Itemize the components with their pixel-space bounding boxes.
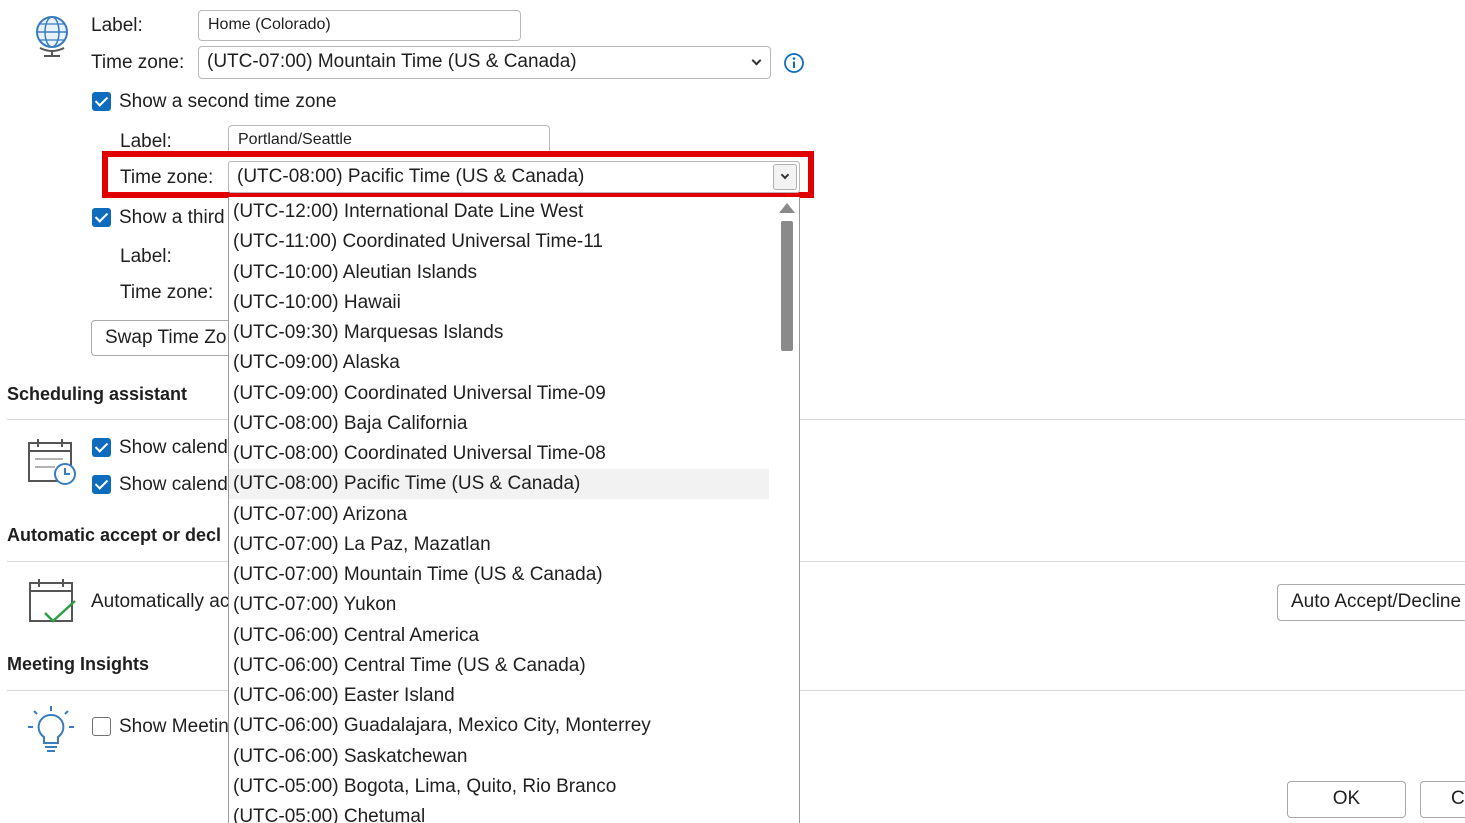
dropdown-option[interactable]: (UTC-05:00) Chetumal: [233, 802, 773, 823]
meeting-insights-title: Meeting Insights: [7, 654, 150, 674]
dropdown-option[interactable]: (UTC-08:00) Coordinated Universal Time-0…: [233, 439, 773, 469]
lightbulb-icon: [27, 705, 75, 755]
calendar-check-icon: [27, 577, 79, 627]
dropdown-option[interactable]: (UTC-07:00) Yukon: [233, 590, 773, 620]
third-label-caption: Label:: [120, 246, 172, 267]
dropdown-option[interactable]: (UTC-06:00) Easter Island: [233, 681, 773, 711]
second-timezone-checkbox-label: Show a second time zone: [119, 91, 337, 112]
third-timezone-caption: Time zone:: [120, 282, 214, 303]
swap-time-zones-button[interactable]: Swap Time Zo: [91, 320, 241, 356]
primary-timezone-caption: Time zone:: [91, 52, 185, 73]
dropdown-option[interactable]: (UTC-05:00) Bogota, Lima, Quito, Rio Bra…: [233, 772, 773, 802]
meeting-insights-checkbox[interactable]: [92, 717, 111, 736]
auto-accept-decline-button[interactable]: Auto Accept/Decline: [1277, 584, 1465, 621]
primary-label-caption: Label:: [91, 15, 143, 36]
dropdown-option[interactable]: (UTC-07:00) Mountain Time (US & Canada): [233, 560, 773, 590]
dropdown-option[interactable]: (UTC-06:00) Central America: [233, 621, 773, 651]
dropdown-option[interactable]: (UTC-09:00) Alaska: [233, 348, 773, 378]
ok-label: OK: [1332, 788, 1361, 809]
scheduling-option1-checkbox[interactable]: [92, 438, 111, 457]
third-timezone-checkbox-label: Show a third: [119, 207, 225, 228]
globe-icon: [30, 12, 74, 58]
chevron-down-icon: [780, 170, 790, 180]
meeting-insights-label: Show Meetin: [119, 716, 229, 737]
primary-label-input[interactable]: Home (Colorado): [198, 10, 521, 41]
info-icon[interactable]: [783, 52, 805, 74]
second-timezone-caption: Time zone:: [120, 167, 214, 188]
dropdown-option[interactable]: (UTC-09:30) Marquesas Islands: [233, 318, 773, 348]
dropdown-option[interactable]: (UTC-06:00) Saskatchewan: [233, 742, 773, 772]
timezone-dropdown-list[interactable]: (UTC-12:00) International Date Line West…: [228, 197, 800, 823]
dropdown-option[interactable]: (UTC-11:00) Coordinated Universal Time-1…: [233, 227, 773, 257]
cancel-button[interactable]: C: [1420, 781, 1465, 818]
dropdown-option[interactable]: (UTC-07:00) Arizona: [233, 500, 773, 530]
dropdown-option[interactable]: (UTC-09:00) Coordinated Universal Time-0…: [233, 379, 773, 409]
scheduling-option2-label: Show calend: [119, 474, 228, 495]
dropdown-option[interactable]: (UTC-07:00) La Paz, Mazatlan: [233, 530, 773, 560]
primary-timezone-value: (UTC-07:00) Mountain Time (US & Canada): [207, 51, 577, 72]
scheduling-assistant-title: Scheduling assistant: [7, 384, 188, 404]
dropdown-button[interactable]: [773, 164, 797, 190]
scheduling-option1-label: Show calend: [119, 437, 228, 458]
auto-accept-decline-label: Auto Accept/Decline: [1291, 591, 1462, 612]
scheduling-option2-checkbox[interactable]: [92, 475, 111, 494]
cancel-label: C: [1451, 788, 1465, 809]
dropdown-option[interactable]: (UTC-06:00) Central Time (US & Canada): [233, 651, 773, 681]
auto-accept-text: Automatically ac: [91, 591, 230, 612]
dropdown-option[interactable]: (UTC-08:00) Baja California: [233, 409, 773, 439]
third-timezone-checkbox[interactable]: [92, 208, 111, 227]
scroll-up-arrow-icon[interactable]: [779, 203, 795, 213]
dropdown-scrollbar[interactable]: [773, 197, 799, 823]
dropdown-option[interactable]: (UTC-10:00) Aleutian Islands: [233, 258, 773, 288]
scrollbar-thumb[interactable]: [781, 221, 793, 351]
calendar-clock-icon: [27, 437, 79, 487]
chevron-down-icon: [751, 55, 762, 66]
auto-accept-title: Automatic accept or decl: [7, 525, 222, 545]
ok-button[interactable]: OK: [1287, 781, 1406, 818]
primary-timezone-select[interactable]: (UTC-07:00) Mountain Time (US & Canada): [198, 46, 771, 79]
dropdown-option[interactable]: (UTC-10:00) Hawaii: [233, 288, 773, 318]
second-timezone-checkbox[interactable]: [92, 92, 111, 111]
swap-time-zones-label: Swap Time Zo: [105, 327, 227, 348]
dropdown-option[interactable]: (UTC-12:00) International Date Line West: [233, 197, 773, 227]
dropdown-option[interactable]: (UTC-06:00) Guadalajara, Mexico City, Mo…: [233, 711, 773, 741]
dropdown-option[interactable]: (UTC-08:00) Pacific Time (US & Canada): [229, 469, 769, 500]
second-timezone-select[interactable]: (UTC-08:00) Pacific Time (US & Canada): [228, 161, 800, 193]
second-timezone-value: (UTC-08:00) Pacific Time (US & Canada): [237, 166, 585, 187]
